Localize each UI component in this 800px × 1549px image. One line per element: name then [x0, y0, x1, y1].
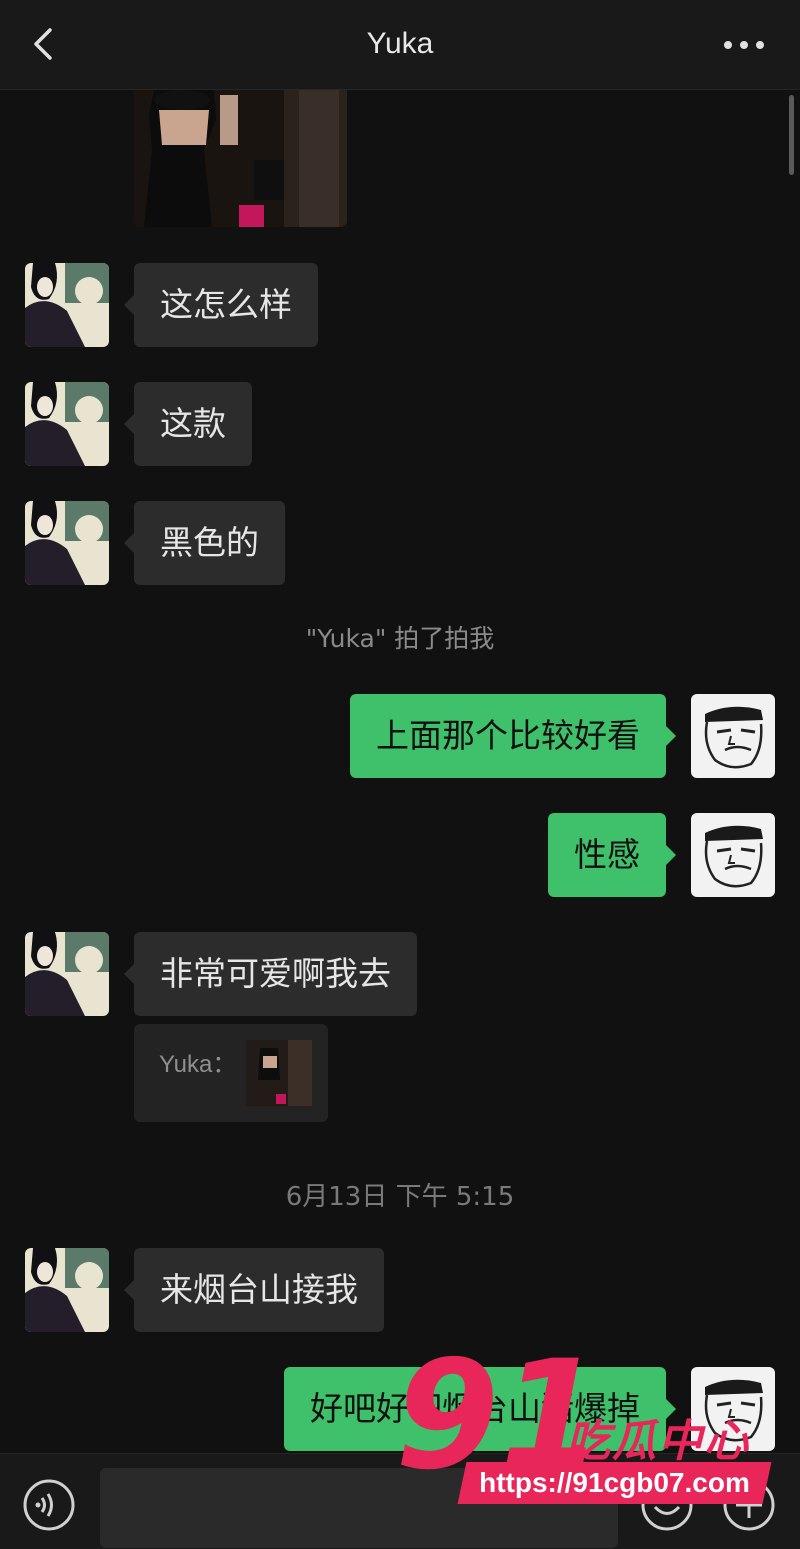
received-message-bubble[interactable]: 这怎么样 — [124, 263, 318, 347]
chat-title: Yuka — [366, 27, 434, 60]
received-message-bubble[interactable]: 非常可爱啊我去 — [124, 932, 417, 1016]
contact-avatar[interactable] — [25, 932, 109, 1016]
watermark-url: https://91cgb07.com — [479, 1467, 750, 1498]
watermark-name: 吃瓜中心 — [566, 1416, 750, 1467]
photo-message[interactable] — [134, 90, 347, 227]
contact-avatar[interactable] — [25, 1248, 109, 1332]
received-message-bubble[interactable]: 来烟台山接我 — [124, 1248, 384, 1332]
quoted-message[interactable]: Yuka： — [134, 1024, 328, 1122]
contact-avatar[interactable] — [25, 501, 109, 585]
scrollbar[interactable] — [789, 95, 794, 175]
contact-avatar[interactable] — [25, 382, 109, 466]
sent-message-bubble[interactable]: 性感 — [548, 813, 676, 897]
my-avatar[interactable] — [691, 813, 775, 897]
timestamp: 6月13日 下午 5:15 — [285, 1182, 515, 1212]
sent-message-bubble[interactable]: 上面那个比较好看 — [350, 694, 676, 778]
quote-sender: Yuka： — [159, 1051, 237, 1078]
received-message-bubble[interactable]: 这款 — [124, 382, 252, 466]
my-avatar[interactable] — [691, 694, 775, 778]
watermark-url-banner: https://91cgb07.com — [457, 1462, 772, 1504]
contact-avatar[interactable] — [25, 263, 109, 347]
quote-thumbnail[interactable] — [246, 1040, 312, 1106]
voice-input-icon[interactable] — [22, 1478, 76, 1532]
chat-header: Yuka — [0, 0, 800, 90]
received-message-bubble[interactable]: 黑色的 — [124, 501, 285, 585]
more-options-icon[interactable] — [722, 34, 766, 56]
pat-notice: "Yuka" 拍了拍我 — [305, 624, 495, 653]
